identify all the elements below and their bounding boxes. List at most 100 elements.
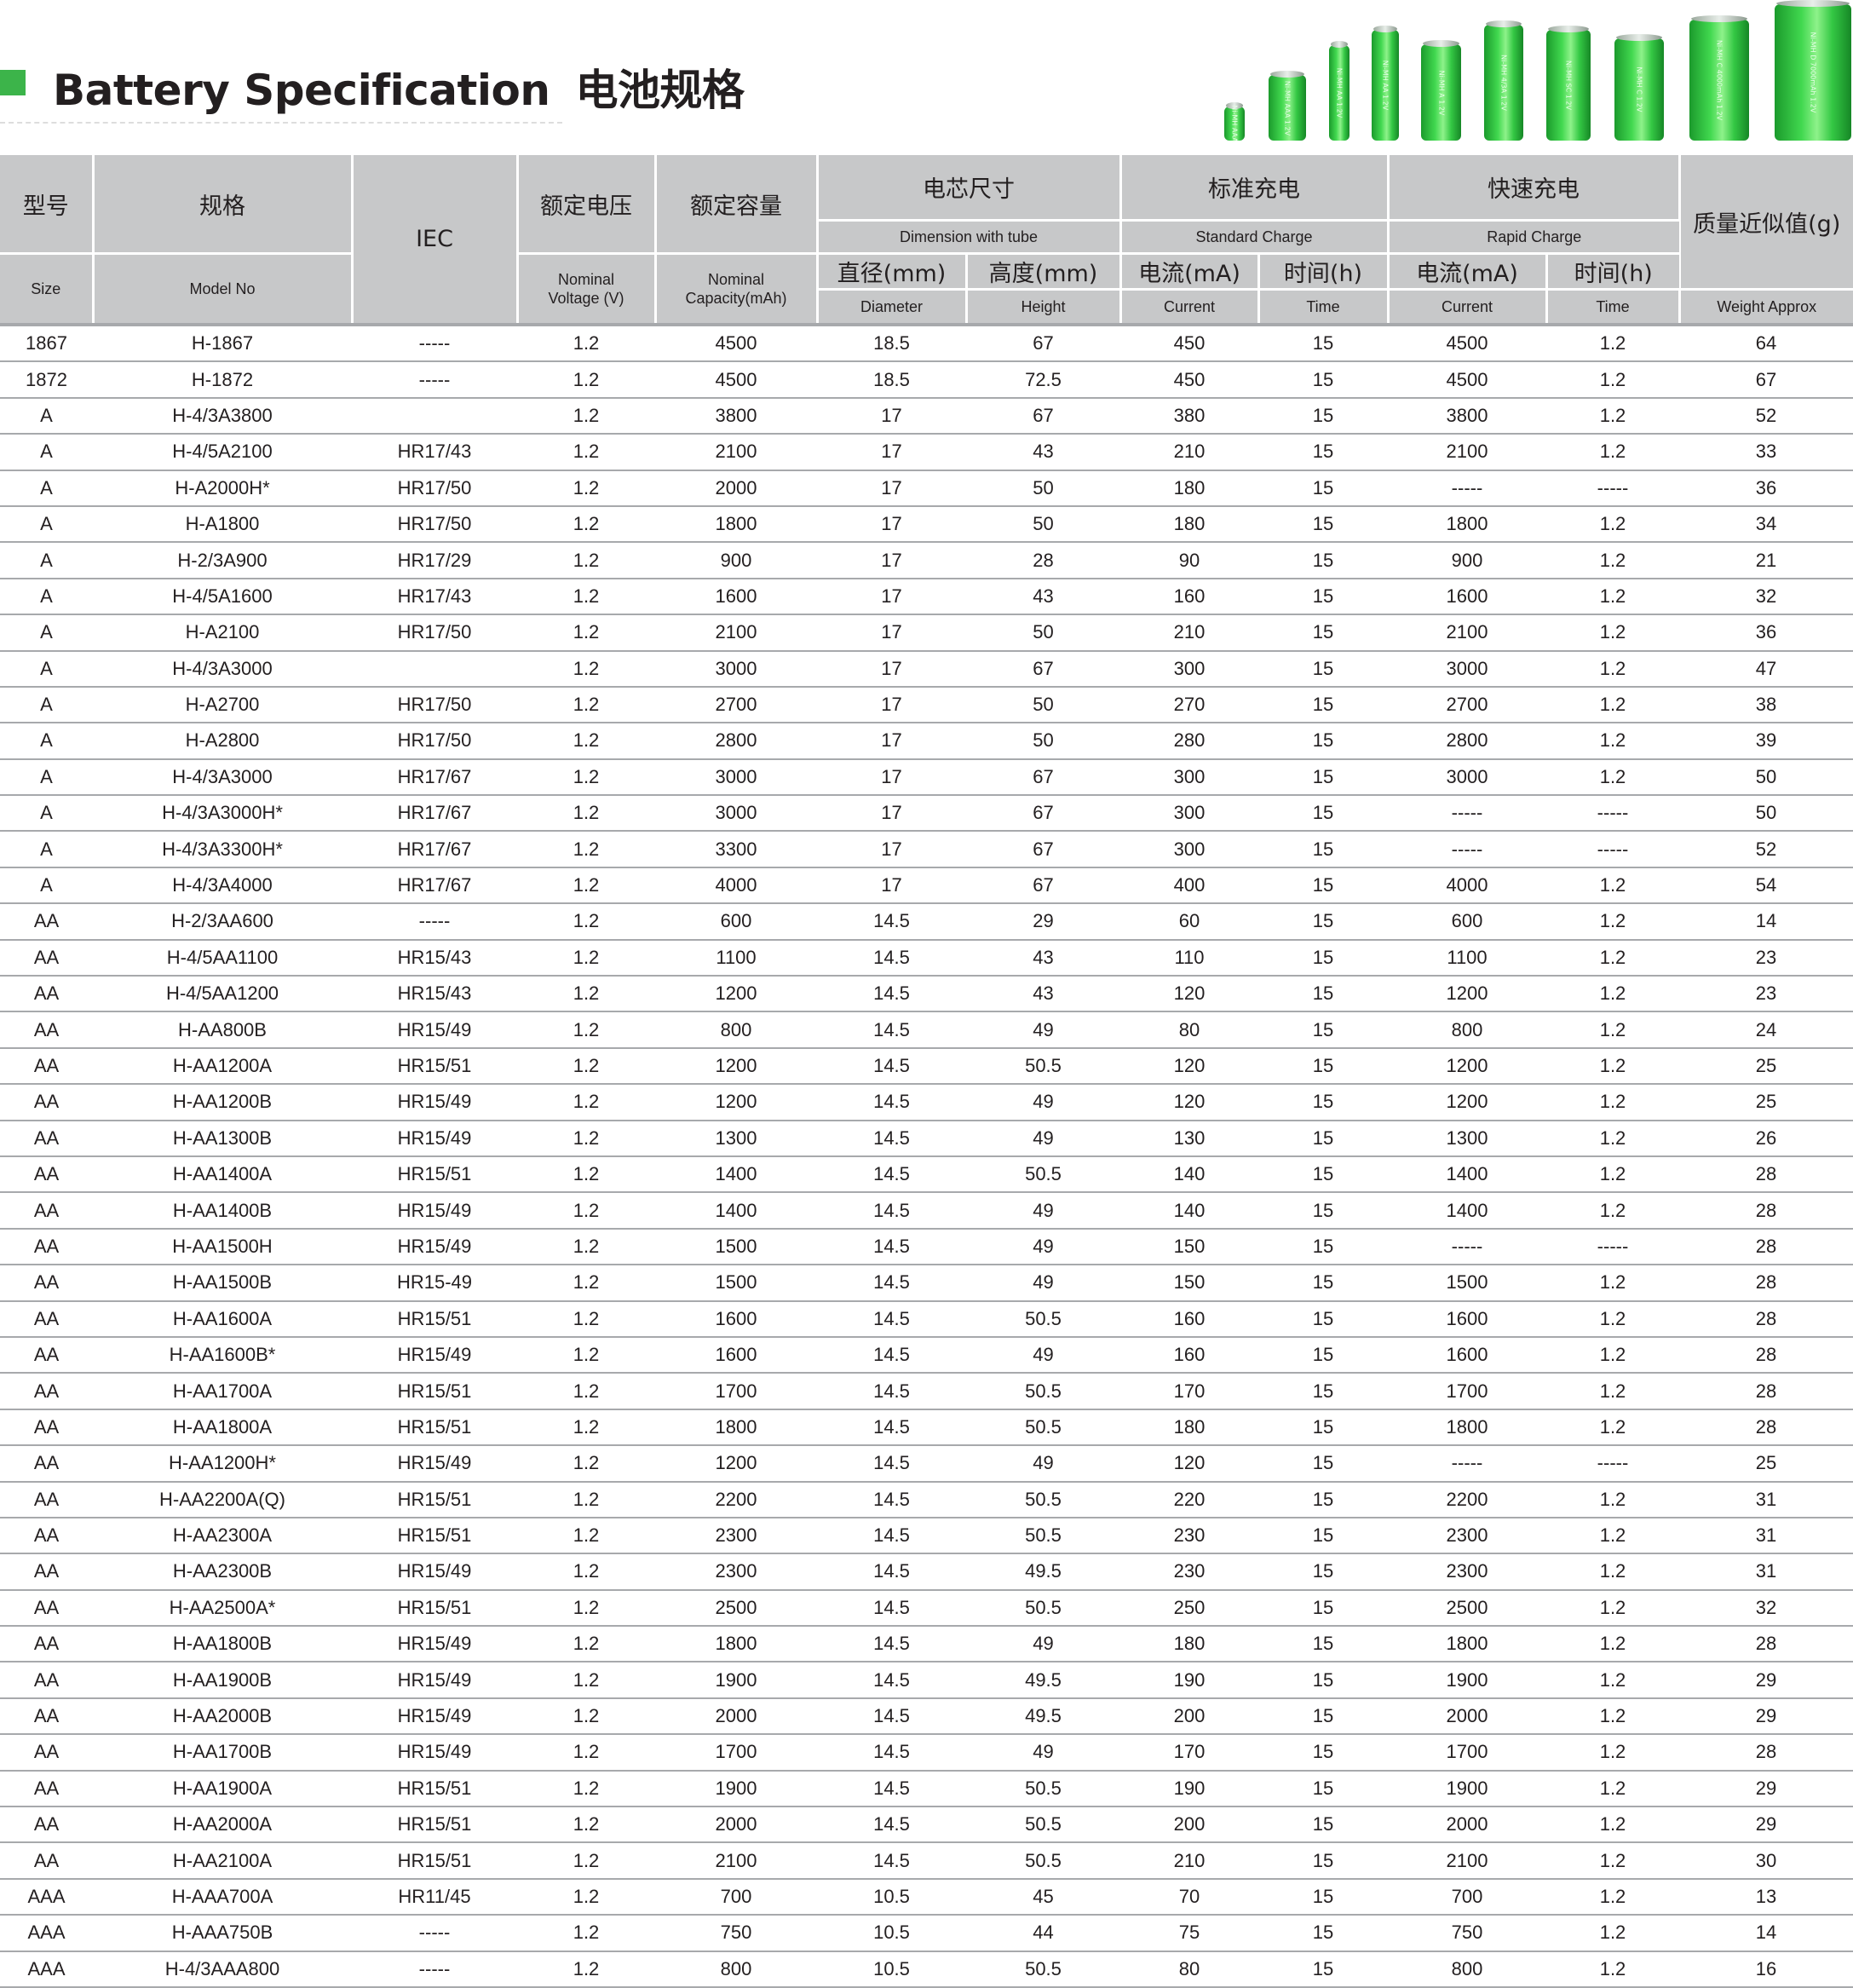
std-current-cell: 230 xyxy=(1120,1553,1258,1591)
rapid-time-cell: 1.2 xyxy=(1546,686,1679,724)
table-row: AA H-AA2500A* HR15/51 1.2 2500 14.5 50.5 250 15 2… xyxy=(0,1589,1853,1628)
voltage-cell: 1.2 xyxy=(517,1878,655,1916)
rapid-time-cell: 1.2 xyxy=(1546,1589,1679,1628)
size-cell: AA xyxy=(0,903,93,941)
iec-cell: ----- xyxy=(352,903,517,941)
std-current-cell: 130 xyxy=(1120,1120,1258,1157)
capacity-cell: 2000 xyxy=(655,1697,817,1736)
rapid-current-cell: 1700 xyxy=(1388,1734,1546,1772)
table-row: 1867 H-1867 ----- 1.2 4500 18.5 67 450 15 4500 1.2… xyxy=(0,322,1853,363)
capacity-cell: 3300 xyxy=(655,831,817,868)
std-current-cell: 300 xyxy=(1120,831,1258,868)
size-cell: A xyxy=(0,505,93,544)
std-time-cell: 15 xyxy=(1258,1228,1388,1266)
model-cell: H-AA2300A xyxy=(93,1517,352,1555)
std-current-cell: 210 xyxy=(1120,434,1258,471)
size-cell: AAA xyxy=(0,1915,93,1952)
col-iec: IEC xyxy=(352,155,519,326)
col-size-zh: 型号 xyxy=(0,155,95,255)
std-time-cell: 15 xyxy=(1258,1626,1388,1663)
weight-cell: 28 xyxy=(1679,1373,1853,1410)
size-cell: AA xyxy=(0,1734,93,1772)
size-cell: A xyxy=(0,397,93,435)
std-current-cell: 380 xyxy=(1120,397,1258,435)
std-time-cell: 15 xyxy=(1258,1842,1388,1880)
iec-cell: HR15/49 xyxy=(352,1445,517,1483)
voltage-cell: 1.2 xyxy=(517,505,655,544)
rapid-time-cell: 1.2 xyxy=(1546,1192,1679,1230)
weight-cell: 50 xyxy=(1679,758,1853,797)
voltage-cell: 1.2 xyxy=(517,867,655,905)
size-cell: A xyxy=(0,831,93,868)
size-cell: AAA xyxy=(0,1878,93,1916)
col-diameter-en: Diameter xyxy=(817,289,968,326)
model-cell: H-AA1500H xyxy=(93,1228,352,1266)
model-cell: H-AAA750B xyxy=(93,1915,352,1952)
table-row: A H-A2100 HR17/50 1.2 2100 17 50 210 15 2100 1.2 36 xyxy=(0,614,1853,652)
col-diameter-zh: 直径(mm) xyxy=(817,253,968,291)
voltage-cell: 1.2 xyxy=(517,578,655,616)
iec-cell: HR17/43 xyxy=(352,434,517,471)
iec-cell: HR15/49 xyxy=(352,1228,517,1266)
diameter-cell: 14.5 xyxy=(817,1734,966,1772)
iec-cell: ----- xyxy=(352,361,517,399)
size-cell: AA xyxy=(0,1662,93,1699)
rapid-time-cell: 1.2 xyxy=(1546,1155,1679,1194)
height-cell: 49.5 xyxy=(966,1697,1120,1736)
capacity-cell: 1600 xyxy=(655,1336,817,1374)
model-cell: H-AA1600A xyxy=(93,1300,352,1338)
voltage-cell: 1.2 xyxy=(517,903,655,941)
height-cell: 50.5 xyxy=(966,1300,1120,1338)
diameter-cell: 17 xyxy=(817,542,966,579)
diameter-cell: 14.5 xyxy=(817,939,966,977)
height-cell: 50.5 xyxy=(966,1517,1120,1555)
rapid-current-cell: 2500 xyxy=(1388,1589,1546,1628)
model-cell: H-4/3AAA800 xyxy=(93,1951,352,1988)
std-time-cell: 15 xyxy=(1258,1770,1388,1808)
capacity-cell: 2000 xyxy=(655,470,817,507)
iec-cell: HR15/51 xyxy=(352,1373,517,1410)
height-cell: 67 xyxy=(966,795,1120,833)
col-std-charge-zh: 标准充电 xyxy=(1120,155,1390,222)
iec-cell: HR17/50 xyxy=(352,505,517,544)
voltage-cell: 1.2 xyxy=(517,1697,655,1736)
table-row: AA H-AA1400B HR15/49 1.2 1400 14.5 49 140 15 1400… xyxy=(0,1192,1853,1230)
rapid-current-cell: 1700 xyxy=(1388,1373,1546,1410)
size-cell: A xyxy=(0,578,93,616)
std-current-cell: 220 xyxy=(1120,1481,1258,1518)
size-cell: AA xyxy=(0,1589,93,1628)
std-current-cell: 210 xyxy=(1120,1842,1258,1880)
weight-cell: 14 xyxy=(1679,903,1853,941)
iec-cell: HR15/51 xyxy=(352,1589,517,1628)
std-current-cell: 160 xyxy=(1120,1300,1258,1338)
iec-cell: HR17/67 xyxy=(352,867,517,905)
std-current-cell: 80 xyxy=(1120,1011,1258,1049)
voltage-cell: 1.2 xyxy=(517,1336,655,1374)
capacity-cell: 800 xyxy=(655,1951,817,1988)
battery-image: Ni-MH AAA xyxy=(1224,102,1245,142)
height-cell: 67 xyxy=(966,650,1120,688)
iec-cell: HR11/45 xyxy=(352,1878,517,1916)
std-current-cell: 150 xyxy=(1120,1228,1258,1266)
diameter-cell: 14.5 xyxy=(817,1770,966,1808)
rapid-time-cell: 1.2 xyxy=(1546,1011,1679,1049)
std-current-cell: 160 xyxy=(1120,1336,1258,1374)
model-cell: H-AA1200A xyxy=(93,1047,352,1086)
size-cell: AA xyxy=(0,939,93,977)
size-cell: A xyxy=(0,470,93,507)
col-std-charge-en: Standard Charge xyxy=(1120,220,1390,255)
diameter-cell: 10.5 xyxy=(817,1951,966,1988)
table-row: AAA H-AAA750B ----- 1.2 750 10.5 44 75 15 750 1.2 1… xyxy=(0,1915,1853,1952)
capacity-cell: 4500 xyxy=(655,361,817,399)
model-cell: H-4/5A1600 xyxy=(93,578,352,616)
weight-cell: 38 xyxy=(1679,686,1853,724)
size-cell: AA xyxy=(0,1011,93,1049)
title-zh: 电池规格 xyxy=(575,66,745,115)
rapid-current-cell: 900 xyxy=(1388,542,1546,579)
std-current-cell: 450 xyxy=(1120,322,1258,363)
table-row: AA H-AA1200B HR15/49 1.2 1200 14.5 49 120 15 1200… xyxy=(0,1084,1853,1121)
std-current-cell: 160 xyxy=(1120,578,1258,616)
size-cell: AA xyxy=(0,1770,93,1808)
std-current-cell: 140 xyxy=(1120,1192,1258,1230)
model-cell: H-A2700 xyxy=(93,686,352,724)
